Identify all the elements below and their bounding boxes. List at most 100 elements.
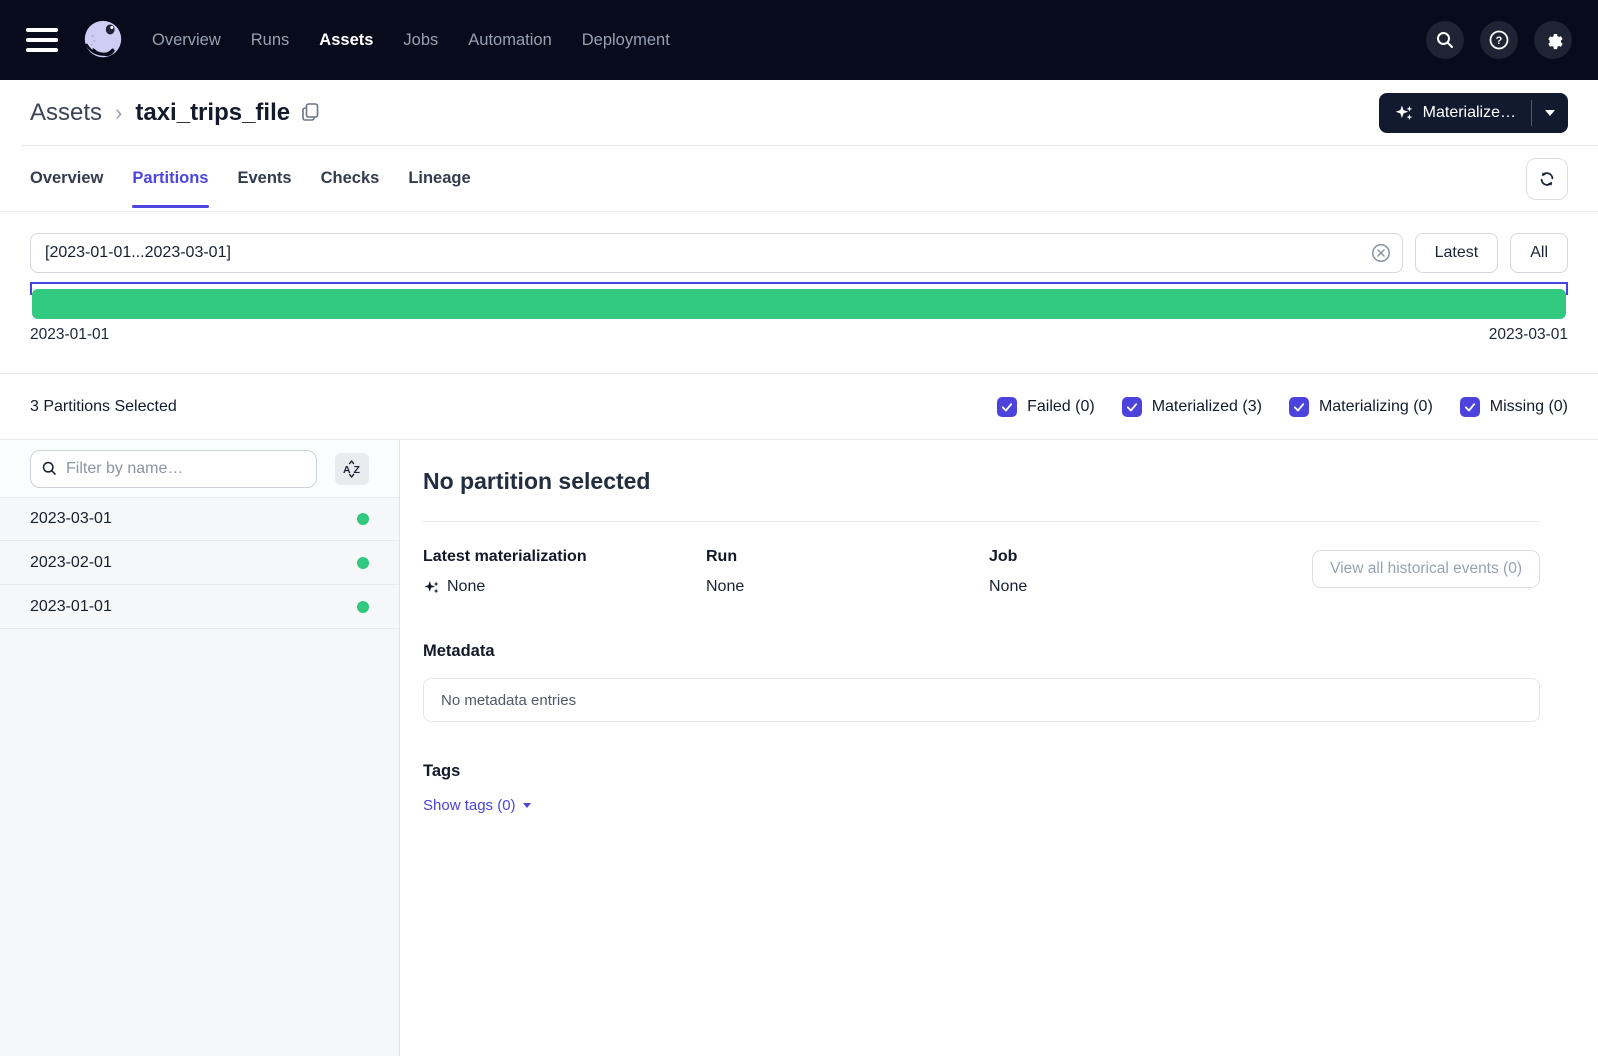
clear-range-button[interactable] — [1370, 242, 1392, 264]
breadcrumb-assets-link[interactable]: Assets — [30, 99, 102, 127]
status-filter-materializing[interactable]: Materializing (0) — [1289, 397, 1433, 417]
materialized-status-dot — [357, 513, 369, 525]
selected-range-bracket — [30, 282, 1568, 295]
checkbox-checked-icon — [1122, 397, 1142, 417]
partition-row-2023-02-01[interactable]: 2023-02-01 — [0, 541, 399, 585]
partition-toolbar: Latest All 2023-01-01 2023-03-01 — [0, 212, 1598, 373]
show-tags-link[interactable]: Show tags (0) — [423, 797, 531, 814]
divider — [423, 521, 1540, 522]
job-value: None — [989, 578, 1027, 596]
asset-tabs-row: Overview Partitions Events Checks Lineag… — [0, 146, 1598, 212]
partition-range-input[interactable] — [30, 233, 1403, 273]
latest-materialization-column: Latest materialization None — [423, 548, 706, 596]
status-filter-materialized[interactable]: Materialized (3) — [1122, 397, 1262, 417]
tab-partitions[interactable]: Partitions — [132, 146, 208, 211]
search-button[interactable] — [1426, 21, 1464, 59]
refresh-icon — [1538, 170, 1556, 188]
tab-events[interactable]: Events — [238, 146, 292, 211]
tags-section: Tags Show tags (0) — [423, 762, 1540, 815]
refresh-button[interactable] — [1526, 158, 1568, 200]
nav-item-runs[interactable]: Runs — [251, 31, 290, 50]
settings-icon — [1542, 29, 1564, 51]
tags-title: Tags — [423, 762, 1540, 781]
metadata-title: Metadata — [423, 642, 1540, 661]
settings-button[interactable] — [1534, 21, 1572, 59]
copy-icon — [302, 103, 319, 122]
status-filter-missing[interactable]: Missing (0) — [1460, 397, 1568, 417]
partitions-selected-count: 3 Partitions Selected — [30, 398, 177, 416]
dagster-logo-icon[interactable] — [80, 17, 126, 63]
sparkle-icon — [423, 579, 440, 596]
status-filter-label: Failed (0) — [1027, 398, 1095, 416]
partition-name: 2023-03-01 — [30, 510, 112, 528]
partition-list-panel: A Z 2023-03-01 2023-02-01 2023-01-01 — [0, 440, 400, 1056]
materialized-status-dot — [357, 601, 369, 613]
range-start-label: 2023-01-01 — [30, 326, 109, 344]
help-icon: ? — [1488, 29, 1510, 51]
caret-down-icon — [1545, 110, 1555, 116]
search-icon — [41, 460, 58, 482]
nav-item-overview[interactable]: Overview — [152, 31, 221, 50]
job-column: Job None — [989, 548, 1272, 596]
selection-summary-row: 3 Partitions Selected Failed (0) Materia… — [0, 373, 1598, 440]
breadcrumb-separator: › — [115, 100, 122, 126]
sort-order-button[interactable]: A Z — [335, 453, 369, 485]
status-filter-label: Materializing (0) — [1319, 398, 1433, 416]
range-end-label: 2023-03-01 — [1489, 326, 1568, 344]
show-tags-label: Show tags (0) — [423, 797, 516, 814]
status-filter-label: Materialized (3) — [1152, 398, 1262, 416]
caret-down-icon — [523, 803, 531, 808]
latest-materialization-value: None — [447, 578, 485, 596]
run-label: Run — [706, 548, 989, 566]
checkbox-checked-icon — [1289, 397, 1309, 417]
top-navbar: Overview Runs Assets Jobs Automation Dep… — [0, 0, 1598, 80]
partition-filter-input[interactable] — [30, 450, 317, 488]
search-icon — [1435, 30, 1455, 50]
primary-nav: Overview Runs Assets Jobs Automation Dep… — [152, 31, 670, 50]
breadcrumb: Assets › taxi_trips_file Materialize… — [0, 80, 1598, 145]
partition-name: 2023-02-01 — [30, 554, 112, 572]
nav-item-jobs[interactable]: Jobs — [403, 31, 438, 50]
partition-health-bar-wrap — [30, 282, 1568, 319]
clear-circle-icon — [1370, 242, 1392, 264]
materialize-dropdown-button[interactable] — [1532, 93, 1568, 133]
latest-button[interactable]: Latest — [1415, 233, 1499, 273]
checkbox-checked-icon — [1460, 397, 1480, 417]
view-historical-events-button[interactable]: View all historical events (0) — [1312, 550, 1540, 588]
partition-detail-panel: No partition selected Latest materializa… — [400, 440, 1598, 1056]
tab-overview[interactable]: Overview — [30, 146, 103, 211]
tab-lineage[interactable]: Lineage — [408, 146, 470, 211]
sparkle-icon — [1394, 103, 1414, 123]
status-filter-failed[interactable]: Failed (0) — [997, 397, 1095, 417]
tab-checks[interactable]: Checks — [321, 146, 380, 211]
page-title: taxi_trips_file — [135, 99, 290, 127]
status-filter-label: Missing (0) — [1490, 398, 1568, 416]
partition-row-2023-01-01[interactable]: 2023-01-01 — [0, 585, 399, 629]
materialize-button[interactable]: Materialize… — [1379, 93, 1531, 133]
nav-item-assets[interactable]: Assets — [319, 31, 373, 50]
detail-panel-title: No partition selected — [423, 468, 1540, 495]
job-label: Job — [989, 548, 1272, 566]
svg-text:?: ? — [1496, 35, 1503, 47]
menu-icon[interactable] — [26, 28, 58, 52]
metadata-empty-state: No metadata entries — [423, 678, 1540, 722]
help-button[interactable]: ? — [1480, 21, 1518, 59]
all-button[interactable]: All — [1510, 233, 1568, 273]
materialize-button-label: Materialize… — [1423, 104, 1516, 122]
partition-list: 2023-03-01 2023-02-01 2023-01-01 — [0, 497, 399, 1056]
run-value: None — [706, 578, 744, 596]
nav-item-automation[interactable]: Automation — [468, 31, 551, 50]
materialize-split-button: Materialize… — [1379, 93, 1568, 133]
materialized-status-dot — [357, 557, 369, 569]
copy-asset-name-button[interactable] — [302, 103, 319, 122]
partition-row-2023-03-01[interactable]: 2023-03-01 — [0, 497, 399, 541]
svg-text:Z: Z — [354, 464, 361, 476]
checkbox-checked-icon — [997, 397, 1017, 417]
metadata-section: Metadata No metadata entries — [423, 642, 1540, 722]
sort-az-icon: A Z — [342, 459, 362, 479]
nav-item-deployment[interactable]: Deployment — [582, 31, 670, 50]
latest-materialization-label: Latest materialization — [423, 548, 706, 566]
run-column: Run None — [706, 548, 989, 596]
partition-name: 2023-01-01 — [30, 598, 112, 616]
metadata-empty-text: No metadata entries — [441, 692, 576, 709]
